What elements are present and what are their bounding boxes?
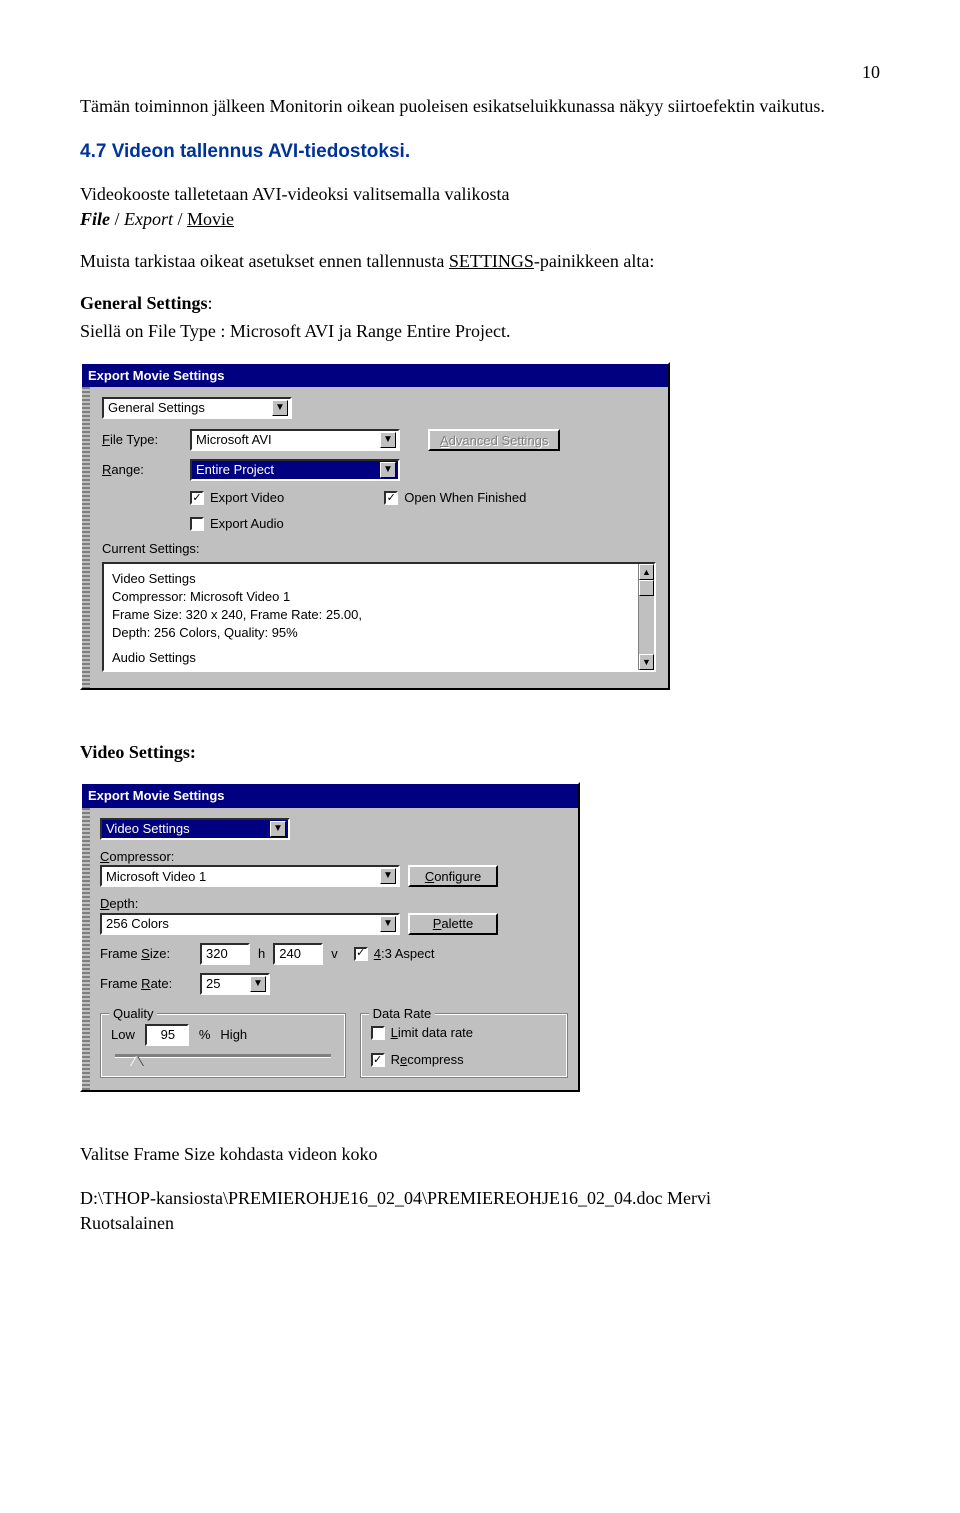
- footer-line: Ruotsalainen: [80, 1213, 174, 1233]
- input-value: 320: [206, 945, 228, 963]
- quality-low-label: Low: [111, 1026, 135, 1044]
- open-when-finished-checkbox[interactable]: ✓Open When Finished: [384, 489, 526, 507]
- slider-thumb-icon[interactable]: [131, 1056, 143, 1066]
- dialog-title: Export Movie Settings: [82, 784, 578, 808]
- chevron-down-icon[interactable]: ▼: [250, 976, 266, 992]
- export-settings-dialog-video: Export Movie Settings Video Settings ▼ C…: [80, 782, 580, 1092]
- paragraph-frame-size: Valitse Frame Size kohdasta videon koko: [80, 1142, 880, 1166]
- text: -painikkeen alta:: [534, 251, 654, 271]
- quality-input[interactable]: 95: [145, 1024, 189, 1046]
- percent-label: %: [199, 1026, 211, 1044]
- aspect-checkbox[interactable]: ✓4:3 Aspect: [354, 945, 435, 963]
- sep: /: [110, 209, 124, 229]
- scroll-thumb[interactable]: [639, 580, 654, 596]
- chevron-down-icon[interactable]: ▼: [270, 821, 286, 837]
- dropdown-value: 256 Colors: [106, 915, 169, 933]
- export-settings-dialog-general: Export Movie Settings General Settings ▼…: [80, 362, 670, 690]
- depth-dropdown[interactable]: 256 Colors ▼: [100, 913, 400, 935]
- chevron-down-icon[interactable]: ▼: [272, 400, 288, 416]
- settings-line: Depth: 256 Colors, Quality: 95%: [112, 624, 646, 642]
- palette-button[interactable]: Palette: [408, 913, 498, 935]
- chevron-down-icon[interactable]: ▼: [380, 462, 396, 478]
- dropdown-value: General Settings: [108, 399, 205, 417]
- video-settings-heading: Video Settings:: [80, 740, 880, 764]
- page-number: 10: [80, 60, 880, 84]
- footer-path: D:\THOP-kansiosta\PREMIEROHJE16_02_04\PR…: [80, 1186, 880, 1235]
- paragraph-menu-path: Videokooste talletetaan AVI-videoksi val…: [80, 182, 880, 231]
- settings-line: Frame Size: 320 x 240, Frame Rate: 25.00…: [112, 606, 646, 624]
- dropdown-value: Microsoft AVI: [196, 431, 272, 449]
- text: Muista tarkistaa oikeat asetukset ennen …: [80, 251, 449, 271]
- menu-export: Export: [124, 209, 173, 229]
- range-label: Range:: [102, 461, 182, 479]
- checkbox-label: Export Video: [210, 489, 284, 507]
- menu-file: File: [80, 209, 110, 229]
- dropdown-value: 25: [206, 975, 220, 993]
- text: Videokooste talletetaan AVI-videoksi val…: [80, 184, 509, 204]
- groupbox-legend: Data Rate: [369, 1005, 436, 1023]
- quality-high-label: High: [220, 1026, 247, 1044]
- scroll-up-icon[interactable]: ▲: [639, 564, 654, 580]
- chevron-down-icon[interactable]: ▼: [380, 432, 396, 448]
- text: General Settings: [80, 293, 208, 313]
- chevron-down-icon[interactable]: ▼: [380, 916, 396, 932]
- settings-line: Compressor: Microsoft Video 1: [112, 588, 646, 606]
- current-settings-label: Current Settings:: [102, 540, 656, 558]
- settings-line: Video Settings: [112, 570, 646, 588]
- checkbox-label: Open When Finished: [404, 489, 526, 507]
- groupbox-legend: Quality: [109, 1005, 157, 1023]
- paragraph-intro: Tämän toiminnon jälkeen Monitorin oikean…: [80, 94, 880, 118]
- frame-width-input[interactable]: 320: [200, 943, 250, 965]
- settings-ref: SETTINGS: [449, 251, 534, 271]
- chevron-down-icon[interactable]: ▼: [380, 868, 396, 884]
- scrollbar[interactable]: ▲ ▼: [638, 564, 654, 670]
- section-dropdown[interactable]: General Settings ▼: [102, 397, 292, 419]
- limit-data-rate-checkbox[interactable]: Limit data rate: [371, 1024, 557, 1042]
- scroll-down-icon[interactable]: ▼: [639, 654, 654, 670]
- frame-height-input[interactable]: 240: [273, 943, 323, 965]
- label-v: v: [331, 945, 338, 963]
- dropdown-value: Entire Project: [196, 461, 274, 479]
- dialog-title: Export Movie Settings: [82, 364, 668, 388]
- quality-slider[interactable]: [111, 1050, 335, 1068]
- input-value: 240: [279, 945, 301, 963]
- footer-line: D:\THOP-kansiosta\PREMIEROHJE16_02_04\PR…: [80, 1188, 711, 1208]
- export-audio-checkbox[interactable]: Export Audio: [190, 515, 284, 533]
- dropdown-value: Microsoft Video 1: [106, 868, 206, 886]
- general-settings-label: General Settings:: [80, 291, 880, 315]
- checkbox-label: Recompress: [391, 1051, 464, 1069]
- depth-label: Depth:: [100, 895, 568, 913]
- file-type-label: File Type:: [102, 431, 182, 449]
- dropdown-value: Video Settings: [106, 820, 190, 838]
- paragraph-settings-note: Muista tarkistaa oikeat asetukset ennen …: [80, 249, 880, 273]
- input-value: 95: [161, 1026, 175, 1044]
- export-video-checkbox[interactable]: ✓Export Video: [190, 489, 284, 507]
- frame-rate-label: Frame Rate:: [100, 975, 192, 993]
- data-rate-groupbox: Data Rate Limit data rate ✓Recompress: [360, 1013, 568, 1078]
- checkbox-label: Export Audio: [210, 515, 284, 533]
- text: :: [208, 293, 213, 313]
- configure-button[interactable]: Configure: [408, 865, 498, 887]
- compressor-label: Compressor:: [100, 848, 568, 866]
- file-type-dropdown[interactable]: Microsoft AVI ▼: [190, 429, 400, 451]
- recompress-checkbox[interactable]: ✓Recompress: [371, 1051, 557, 1069]
- checkbox-label: Limit data rate: [391, 1024, 473, 1042]
- range-dropdown[interactable]: Entire Project ▼: [190, 459, 400, 481]
- paragraph-file-type: Siellä on File Type : Microsoft AVI ja R…: [80, 319, 880, 343]
- label-h: h: [258, 945, 265, 963]
- decorative-strip: [82, 808, 90, 1090]
- quality-groupbox: Quality Low 95 % High: [100, 1013, 346, 1078]
- frame-size-label: Frame Size:: [100, 945, 192, 963]
- advanced-settings-button: Advanced Settings: [428, 429, 560, 451]
- frame-rate-dropdown[interactable]: 25 ▼: [200, 973, 270, 995]
- menu-movie: Movie: [187, 209, 234, 229]
- section-dropdown[interactable]: Video Settings ▼: [100, 818, 290, 840]
- compressor-dropdown[interactable]: Microsoft Video 1 ▼: [100, 865, 400, 887]
- sep: /: [173, 209, 187, 229]
- decorative-strip: [82, 387, 90, 688]
- settings-line: Audio Settings: [112, 649, 646, 667]
- current-settings-box: Video Settings Compressor: Microsoft Vid…: [102, 562, 656, 672]
- checkbox-label: 4:3 Aspect: [374, 945, 435, 963]
- section-heading: 4.7 Videon tallennus AVI-tiedostoksi.: [80, 139, 880, 165]
